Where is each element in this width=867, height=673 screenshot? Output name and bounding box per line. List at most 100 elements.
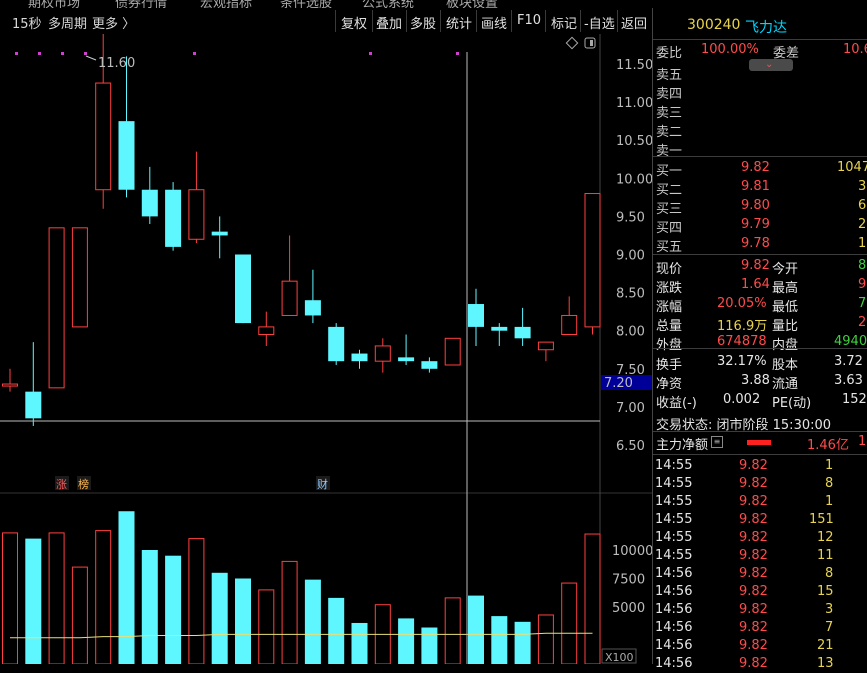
window-toggle-icon-fill [590, 40, 593, 46]
volume-bar [25, 538, 42, 664]
tick-row: 14:55 9.82 151 [655, 512, 834, 527]
price-tick-label: 10.00 [616, 172, 652, 187]
candle-body [258, 326, 275, 336]
volume-bar [71, 566, 88, 664]
price-tick-label: 8.00 [616, 325, 645, 340]
period-15s-button[interactable]: 15秒 [12, 13, 42, 32]
add-watchlist-button[interactable]: -自选 [584, 13, 615, 32]
buy-level-row[interactable]: 买二 9.81 3 [653, 178, 867, 198]
volume-bar [211, 572, 228, 664]
event-marker: 涨 [56, 478, 67, 491]
weibi-row: 委比 100.00% 委差 10.6 [653, 41, 867, 61]
volume-tick-label: 5000 [612, 601, 645, 616]
stat-row: 涨跌 1.64 最高 9 [656, 277, 867, 296]
stat-row: 涨幅 20.05% 最低 7 [656, 296, 867, 315]
stock-code: 300240 [687, 17, 741, 33]
candle-body [48, 227, 65, 389]
volume-bar [328, 597, 345, 664]
diamond-icon [565, 36, 579, 50]
sell-level-row[interactable]: 卖五 [653, 63, 867, 83]
f10-button[interactable]: F10 [517, 13, 541, 28]
weibi-value: 100.00% [701, 42, 759, 57]
stat-row: 现价 9.82 今开 8 [656, 258, 867, 277]
mark-button[interactable]: 标记 [551, 13, 577, 32]
candle-body [235, 254, 251, 324]
back-button[interactable]: 返回 [621, 13, 647, 32]
tick-row: 14:55 9.82 12 [655, 530, 834, 545]
volume-bar [281, 560, 298, 664]
volume-bar [537, 614, 554, 664]
scale-label: X100 [605, 651, 634, 664]
main-net-row[interactable]: 主力净额 ≡ 1.46亿 14 [653, 433, 867, 453]
price-tick-label: 10.50 [616, 134, 652, 149]
signal-dot [61, 52, 64, 55]
buy-level-row[interactable]: 买三 9.80 6 [653, 197, 867, 217]
event-marker: 财 [317, 477, 328, 491]
multi-period-button[interactable]: 多周期 [48, 13, 87, 32]
volume-bar [304, 579, 321, 664]
nav-tab[interactable]: 债券行情 [115, 0, 167, 8]
draw-line-button[interactable]: 画线 [481, 13, 507, 32]
chart-toolbar: 15秒 多周期 更多 〉 复权 叠加 多股 统计 画线 F10 标记 -自选 返… [0, 8, 652, 34]
overlay-button[interactable]: 叠加 [376, 13, 402, 32]
candle-body [281, 280, 298, 316]
candle-body [188, 189, 205, 240]
candle-body [491, 326, 508, 331]
nav-tab[interactable]: 宏观指标 [200, 0, 252, 8]
signal-dot [38, 52, 41, 55]
more-button[interactable]: 更多 〉 [92, 13, 135, 32]
tick-row: 14:56 9.82 15 [655, 584, 834, 599]
volume-bar [188, 538, 205, 664]
statistics-button[interactable]: 统计 [446, 13, 472, 32]
price-tick-label: 8.50 [616, 287, 645, 302]
candle-body [118, 121, 135, 190]
signal-dot [15, 52, 18, 55]
volume-bar [351, 622, 368, 664]
candle-body [25, 391, 42, 419]
volume-tick-label: 7500 [612, 573, 645, 588]
volume-bar [561, 582, 578, 664]
high-price-label: 11.60 [98, 56, 135, 71]
multi-stock-button[interactable]: 多股 [410, 13, 436, 32]
tick-row: 14:56 9.82 8 [655, 566, 834, 581]
stat-row: 净资 3.88 流通 3.63 [656, 373, 863, 392]
candle-body [351, 353, 368, 362]
tick-row: 14:56 9.82 7 [655, 620, 834, 635]
list-icon[interactable]: ≡ [711, 436, 723, 448]
quote-panel: 300240 飞力达 委比 100.00% 委差 10.6 ⌄ 卖五卖四卖三卖二… [652, 8, 867, 671]
price-tick-label: 6.50 [616, 439, 645, 454]
buy-level-row[interactable]: 买一 9.82 1047 [653, 159, 867, 179]
nav-tab[interactable]: 期权市场 [28, 0, 80, 8]
sell-level-row[interactable]: 卖二 [653, 120, 867, 140]
volume-bar [118, 511, 135, 664]
volume-bar [48, 532, 65, 664]
price-tick-label: 11.50 [616, 58, 652, 73]
nav-tab[interactable]: 板块设置 [446, 0, 498, 8]
sell-level-row[interactable]: 卖一 [653, 139, 867, 159]
sell-level-row[interactable]: 卖三 [653, 101, 867, 121]
stock-name: 飞力达 [745, 20, 787, 36]
stock-header: 300240 飞力达 [653, 16, 867, 38]
candle-body [95, 82, 112, 191]
nav-tab[interactable]: 条件选股 [280, 0, 332, 8]
candle-body [374, 345, 391, 362]
kline-chart[interactable]: 11.5011.0010.5010.009.509.008.508.007.50… [0, 34, 652, 664]
fuquan-button[interactable]: 复权 [341, 13, 367, 32]
candle-body [328, 326, 345, 362]
volume-bar [258, 589, 275, 664]
signal-dot [84, 52, 87, 55]
candle-body [2, 383, 18, 387]
buy-level-row[interactable]: 买五 9.78 1 [653, 235, 867, 255]
buy-level-row[interactable]: 买四 9.79 2 [653, 216, 867, 236]
nav-tab[interactable]: 公式系统 [362, 0, 414, 8]
signal-dot [193, 52, 196, 55]
stat-row: 总量 116.9万 量比 2 [656, 315, 867, 334]
price-tick-label: 9.00 [616, 249, 645, 264]
top-nav: 期权市场 债券行情 宏观指标 条件选股 公式系统 板块设置 [0, 0, 867, 8]
candle-body [514, 326, 531, 339]
volume-bar [165, 555, 182, 664]
tick-row: 14:56 9.82 3 [655, 602, 834, 617]
price-tick-label: 7.00 [616, 401, 645, 416]
sell-level-row[interactable]: 卖四 [653, 82, 867, 102]
candle-body [71, 227, 88, 328]
